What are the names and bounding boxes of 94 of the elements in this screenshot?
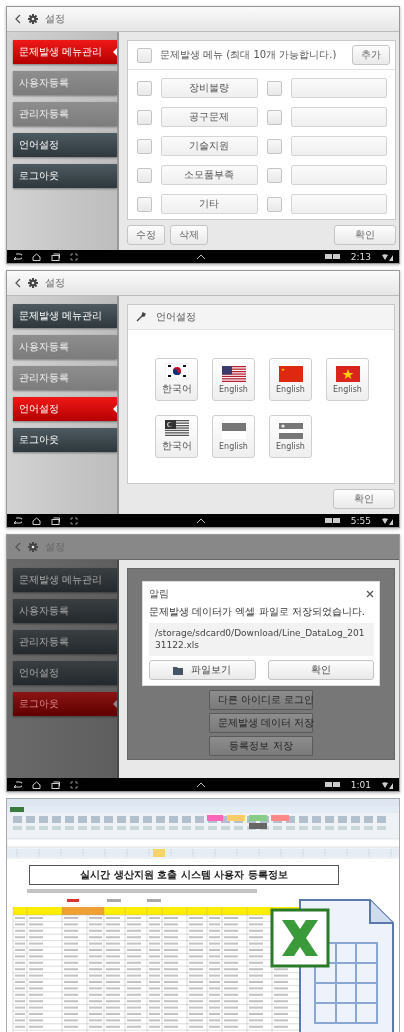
sidebar-item[interactable]: 관리자등록 bbox=[13, 630, 117, 654]
checkbox[interactable] bbox=[137, 80, 152, 96]
flag-icon bbox=[278, 365, 303, 382]
sidebar-item[interactable]: 로그아웃 bbox=[13, 428, 117, 452]
ok-button[interactable]: 확인 bbox=[267, 660, 374, 681]
sidebar-item[interactable]: 언어설정 bbox=[13, 397, 117, 421]
sidebar-item[interactable]: 문제발생 메뉴관리 bbox=[13, 40, 117, 64]
home-icon[interactable] bbox=[32, 780, 41, 789]
caret-icon[interactable] bbox=[196, 781, 207, 788]
dialog-message: 문제발생 데이터가 엑셀 파일로 저장되었습니다. bbox=[149, 605, 366, 619]
back-icon[interactable] bbox=[15, 14, 21, 24]
excel-file-icon bbox=[270, 898, 395, 1032]
checkbox[interactable] bbox=[137, 109, 152, 125]
add-button[interactable]: 추가 bbox=[352, 45, 391, 65]
menu-input-field[interactable]: 장비불량 bbox=[161, 78, 258, 98]
screen-title: 설정 bbox=[45, 276, 65, 290]
screenshot-icon[interactable] bbox=[70, 780, 78, 789]
language-button[interactable]: English bbox=[269, 415, 312, 458]
checkbox[interactable] bbox=[137, 138, 152, 154]
sheet-title: 실시간 생산지원 호출 시스템 사용자 등록정보 bbox=[29, 865, 339, 885]
home-icon[interactable] bbox=[32, 252, 41, 261]
action-button[interactable]: 등록정보 저장 bbox=[209, 736, 313, 757]
sidebar-item[interactable]: 로그아웃 bbox=[13, 692, 117, 716]
wrench-icon bbox=[136, 312, 146, 322]
menu-input-field[interactable]: 기술지원 bbox=[161, 136, 258, 156]
language-button[interactable]: English bbox=[326, 358, 369, 401]
checkbox[interactable] bbox=[266, 80, 282, 96]
panel-heading: 문제발생 메뉴 (최대 10개 가능합니다.) bbox=[160, 48, 337, 62]
sidebar-item[interactable]: 언어설정 bbox=[13, 133, 117, 157]
empty-input-field[interactable] bbox=[290, 165, 388, 185]
flag-icon bbox=[164, 420, 189, 436]
status-time: 1:01 bbox=[350, 779, 371, 790]
file-path: /storage/sdcard0/Download/Line_DataLog_20131122.xls bbox=[149, 623, 374, 657]
checkbox[interactable] bbox=[266, 167, 282, 183]
language-button[interactable]: English bbox=[212, 415, 255, 458]
close-icon[interactable] bbox=[366, 590, 374, 598]
sidebar-item[interactable]: 문제발생 메뉴관리 bbox=[13, 568, 117, 592]
checkbox[interactable] bbox=[266, 138, 282, 154]
empty-input-field[interactable] bbox=[290, 194, 388, 214]
checkbox[interactable] bbox=[137, 167, 152, 183]
language-button[interactable]: 한국어 bbox=[155, 415, 198, 458]
signal-icon bbox=[381, 516, 393, 525]
checkbox[interactable] bbox=[137, 47, 152, 63]
empty-input-field[interactable] bbox=[290, 78, 388, 98]
back-icon[interactable] bbox=[15, 278, 21, 288]
signal-icon bbox=[381, 780, 393, 789]
settings-icon bbox=[28, 278, 38, 288]
panel-heading: 언어설정 bbox=[156, 310, 196, 324]
screen-title: 설정 bbox=[45, 12, 65, 26]
recent-apps-icon[interactable] bbox=[51, 780, 60, 789]
sidebar-item[interactable]: 언어설정 bbox=[13, 661, 117, 685]
language-button[interactable]: 한국어 bbox=[155, 358, 198, 401]
settings-icon bbox=[28, 542, 38, 552]
view-file-button[interactable]: 파일보기 bbox=[149, 660, 256, 681]
sidebar-item[interactable]: 로그아웃 bbox=[13, 164, 117, 188]
language-button[interactable]: English bbox=[269, 358, 312, 401]
settings-icon bbox=[28, 14, 38, 24]
recent-apps-icon[interactable] bbox=[51, 252, 60, 261]
flag-icon bbox=[278, 422, 303, 439]
recent-apps-icon[interactable] bbox=[51, 516, 60, 525]
caret-icon[interactable] bbox=[196, 253, 207, 260]
flag-icon bbox=[221, 365, 246, 382]
checkbox[interactable] bbox=[266, 109, 282, 125]
screenshot-icon[interactable] bbox=[70, 516, 78, 525]
empty-input-field[interactable] bbox=[290, 107, 388, 127]
status-time: 2:13 bbox=[350, 251, 371, 262]
notification-icons bbox=[324, 253, 341, 260]
confirm-button[interactable]: 확인 bbox=[334, 225, 397, 245]
dialog-title: 알림 bbox=[149, 587, 170, 601]
home-icon[interactable] bbox=[32, 516, 41, 525]
action-button[interactable]: 다른 아이디로 로그인 bbox=[209, 690, 313, 711]
caret-icon[interactable] bbox=[196, 517, 207, 524]
screenshot-icon[interactable] bbox=[70, 252, 78, 261]
checkbox[interactable] bbox=[137, 196, 152, 212]
sidebar-item[interactable]: 사용자등록 bbox=[13, 599, 117, 623]
flag-icon bbox=[164, 363, 189, 379]
menu-input-field[interactable]: 기타 bbox=[161, 194, 258, 214]
status-time: 5:55 bbox=[350, 515, 371, 526]
footer-button[interactable]: 수정 bbox=[127, 225, 165, 245]
sidebar-item[interactable]: 문제발생 메뉴관리 bbox=[13, 304, 117, 328]
action-button[interactable]: 문제발생 데이터 저장 bbox=[209, 713, 313, 734]
notification-icons bbox=[324, 517, 341, 524]
menu-input-field[interactable]: 공구문제 bbox=[161, 107, 258, 127]
confirm-button[interactable]: 확인 bbox=[333, 489, 395, 509]
menu-input-field[interactable]: 소모품부족 bbox=[161, 165, 258, 185]
language-button[interactable]: English bbox=[212, 358, 255, 401]
footer-button[interactable]: 삭제 bbox=[170, 225, 208, 245]
flag-icon bbox=[221, 422, 246, 439]
signal-icon bbox=[381, 252, 393, 261]
flag-icon bbox=[335, 365, 360, 382]
folder-icon bbox=[173, 665, 184, 675]
empty-input-field[interactable] bbox=[290, 136, 388, 156]
notification-icons bbox=[324, 781, 341, 788]
checkbox[interactable] bbox=[266, 196, 282, 212]
